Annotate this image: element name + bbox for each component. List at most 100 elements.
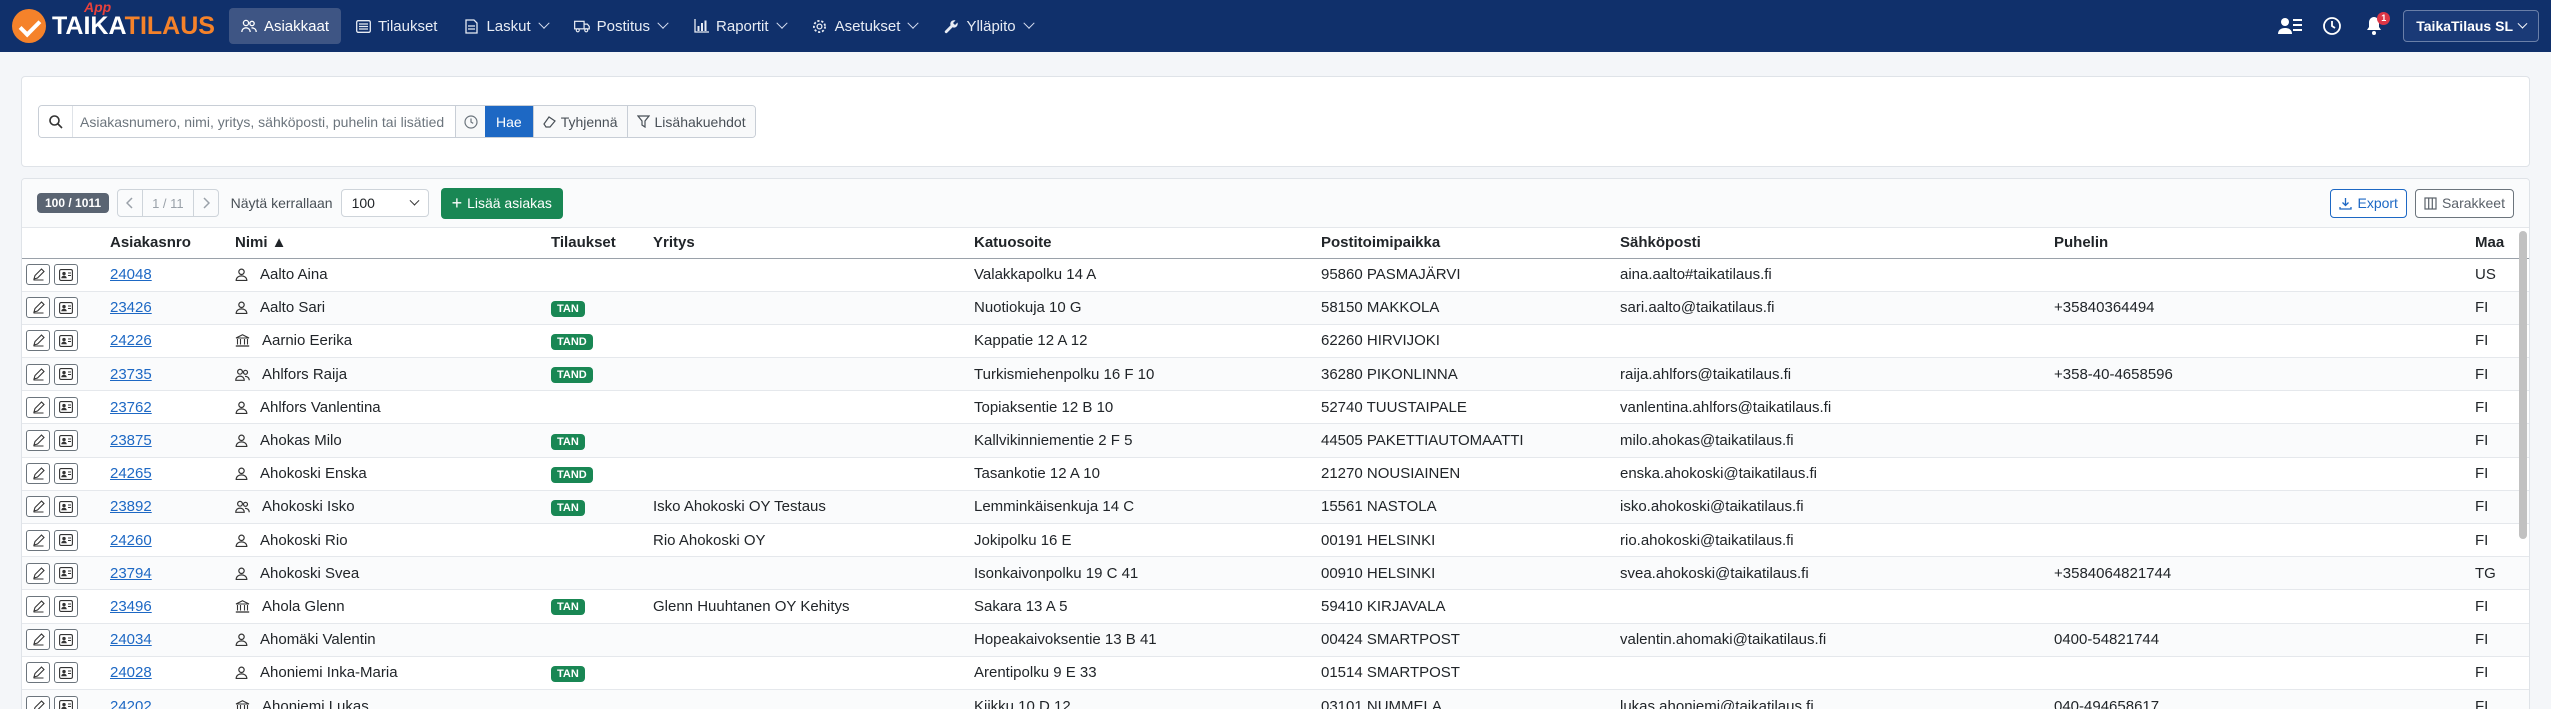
contact-card-icon[interactable]	[54, 430, 78, 452]
contact-card-icon[interactable]	[54, 662, 78, 684]
contact-card-icon[interactable]	[54, 562, 78, 584]
edit-icon[interactable]	[26, 695, 50, 709]
person-icon	[235, 666, 248, 680]
contact-card-icon[interactable]	[54, 629, 78, 651]
column-header-street[interactable]: Katuosoite	[968, 228, 1315, 259]
nav-item-laskut[interactable]: Laskut	[451, 8, 559, 44]
nav-item-ylläpito[interactable]: Ylläpito	[931, 8, 1044, 44]
search-input[interactable]	[73, 106, 455, 137]
prev-page-button[interactable]	[118, 190, 142, 216]
contact-card-icon[interactable]	[54, 363, 78, 385]
edit-icon[interactable]	[26, 595, 50, 617]
edit-icon[interactable]	[26, 463, 50, 485]
contact-card-icon[interactable]	[54, 496, 78, 518]
customer-id-link[interactable]: 23762	[110, 399, 152, 416]
customer-id-link[interactable]: 23496	[110, 598, 152, 615]
customer-id-link[interactable]: 23735	[110, 366, 152, 383]
column-header-email[interactable]: Sähköposti	[1614, 228, 2048, 259]
customer-id-link[interactable]: 24048	[110, 266, 152, 283]
brand-logo[interactable]: App TAIKATILAUS	[12, 0, 215, 43]
add-customer-button[interactable]: + Lisää asiakas	[440, 187, 563, 219]
edit-icon[interactable]	[26, 529, 50, 551]
table-row[interactable]: 24034 Ahomäki Valentin Hopeakaivoksentie 1…	[22, 623, 2529, 657]
chevron-left-icon	[126, 197, 133, 209]
column-header-name[interactable]: Nimi ▲	[229, 228, 545, 259]
edit-icon[interactable]	[26, 430, 50, 452]
columns-label: Sarakkeet	[2441, 195, 2505, 211]
contact-card-icon[interactable]	[54, 264, 78, 286]
edit-icon[interactable]	[26, 330, 50, 352]
column-header-id[interactable]: Asiakasnro	[104, 228, 229, 259]
notifications-bell-icon[interactable]: 1	[2361, 12, 2391, 39]
customer-id-link[interactable]: 23794	[110, 565, 152, 582]
contact-card-icon[interactable]	[54, 330, 78, 352]
edit-icon[interactable]	[26, 396, 50, 418]
search-button[interactable]: Hae	[485, 106, 533, 137]
row-actions	[22, 324, 104, 359]
edit-icon[interactable]	[26, 662, 50, 684]
filter-icon	[636, 115, 650, 128]
per-page-select[interactable]: 100	[340, 189, 429, 217]
customer-id-link[interactable]: 24226	[110, 332, 152, 349]
table-scrollbar[interactable]	[2519, 231, 2527, 539]
column-header-orders[interactable]: Tilaukset	[545, 228, 647, 259]
company-selector[interactable]: TaikaTilaus SL	[2403, 10, 2539, 42]
nav-item-asetukset[interactable]: Asetukset	[800, 8, 930, 44]
contact-card-icon[interactable]	[54, 695, 78, 709]
table-row[interactable]: 23762 Ahlfors Vanlentina Topiaksentie 12 B…	[22, 390, 2529, 425]
table-row[interactable]: 23794 Ahokoski Svea Isonkaivonpolku 19 C 4…	[22, 556, 2529, 591]
contact-card-icon[interactable]	[54, 396, 78, 418]
contact-card-icon[interactable]	[54, 297, 78, 319]
customer-id-link[interactable]: 24265	[110, 465, 152, 482]
cell-id: 24034	[104, 623, 229, 657]
column-header-city[interactable]: Postitoimipaikka	[1315, 228, 1614, 259]
customer-id-link[interactable]: 24260	[110, 532, 152, 549]
per-page-label: Näytä kerrallaan	[230, 195, 333, 211]
nav-item-postitus[interactable]: Postitus	[562, 8, 679, 44]
contact-card-icon[interactable]	[54, 529, 78, 551]
nav-item-tilaukset[interactable]: Tilaukset	[343, 8, 449, 44]
cell-id: 24202	[104, 689, 229, 709]
customer-id-link[interactable]: 24034	[110, 631, 152, 648]
edit-icon[interactable]	[26, 297, 50, 319]
columns-button[interactable]: Sarakkeet	[2414, 188, 2514, 218]
nav-item-raportit[interactable]: Raportit	[681, 8, 798, 44]
user-list-icon[interactable]	[2277, 13, 2303, 39]
export-button[interactable]: Export	[2330, 188, 2407, 218]
column-header-phone[interactable]: Puhelin	[2048, 228, 2469, 259]
customer-name: Ahoniemi Inka-Maria	[260, 664, 398, 682]
clear-button[interactable]: Tyhjennä	[532, 106, 627, 137]
edit-icon[interactable]	[26, 629, 50, 651]
contact-card-icon[interactable]	[54, 595, 78, 617]
cell-company	[647, 457, 968, 491]
table-row[interactable]: 23496 Ahola Glenn TAN Glenn Huuhtanen OY Ke…	[22, 589, 2529, 624]
table-row[interactable]: 24260 Ahokoski Rio Rio Ahokoski OY Jokipolk…	[22, 523, 2529, 558]
edit-icon[interactable]	[26, 562, 50, 584]
table-row[interactable]: 23892 Ahokoski Isko TAN Isko Ahokoski OY Te…	[22, 490, 2529, 525]
search-history-button[interactable]	[455, 106, 485, 137]
table-row[interactable]: 23875 Ahokas Milo TAN Kallvikinniementie 2 …	[22, 423, 2529, 458]
table-row[interactable]: 24048 Aalto Aina Valakkapolku 14 A 95860 PA…	[22, 258, 2529, 292]
nav-item-asiakkaat[interactable]: Asiakkaat	[228, 8, 341, 44]
edit-icon[interactable]	[26, 264, 50, 286]
table-row[interactable]: 24265 Ahokoski Enska TAND Tasankotie 12 A 1…	[22, 457, 2529, 491]
contact-card-icon[interactable]	[54, 463, 78, 485]
column-header-company[interactable]: Yritys	[647, 228, 968, 259]
advanced-search-button[interactable]: Lisähakuehdot	[626, 106, 755, 137]
customer-id-link[interactable]: 24028	[110, 664, 152, 681]
table-row[interactable]: 24028 Ahoniemi Inka-Maria TAN Arentipolku 9…	[22, 656, 2529, 690]
customer-id-link[interactable]: 23875	[110, 432, 152, 449]
customer-id-link[interactable]: 23892	[110, 498, 152, 515]
customer-id-link[interactable]: 24202	[110, 698, 152, 709]
next-page-button[interactable]	[194, 190, 218, 216]
table-row[interactable]: 23426 Aalto Sari TAN Nuotiokuja 10 G 58150 M…	[22, 291, 2529, 325]
table-row[interactable]: 24226 Aarnio Eerika TAND Kappatie 12 A 12 62…	[22, 324, 2529, 359]
table-row[interactable]: 23735 Ahlfors Raija TAND Turkismiehenpolku …	[22, 357, 2529, 392]
cell-name: Ahlfors Vanlentina	[229, 390, 545, 425]
customer-id-link[interactable]: 23426	[110, 299, 152, 316]
edit-icon[interactable]	[26, 496, 50, 518]
history-clock-icon[interactable]	[2319, 13, 2345, 39]
edit-icon[interactable]	[26, 363, 50, 385]
cell-phone	[2048, 423, 2469, 458]
table-row[interactable]: 24202 Ahoniemi Lukas Kiikku 10 D 12 03101 N…	[22, 689, 2529, 709]
